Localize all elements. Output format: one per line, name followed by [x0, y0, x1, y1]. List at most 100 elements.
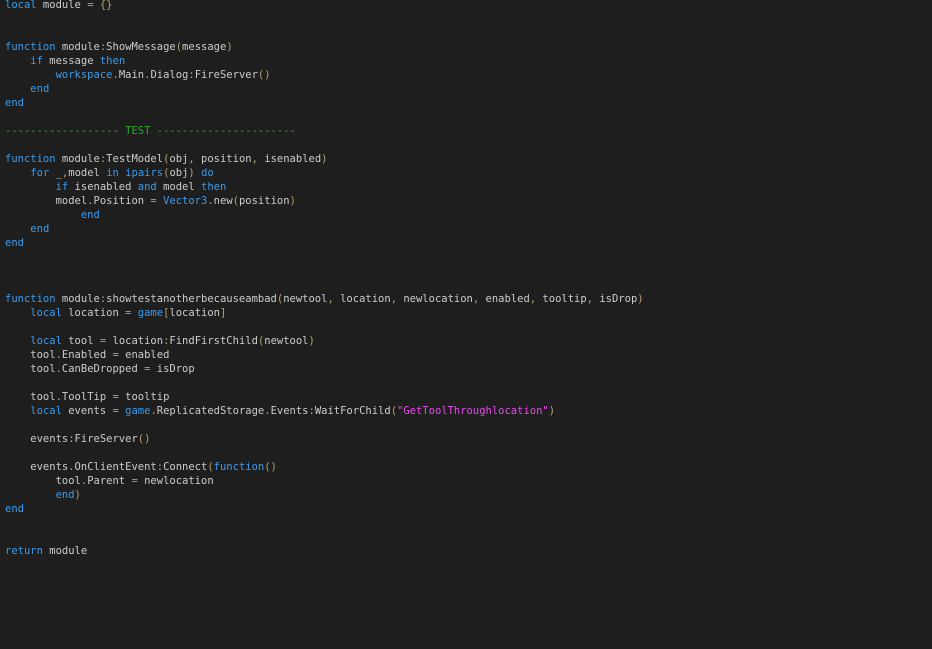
- code-token: Dialog: [150, 69, 189, 81]
- code-token: tool: [5, 349, 56, 361]
- code-token: location: [61, 307, 126, 319]
- code-token: newlocation: [137, 475, 214, 487]
- code-token: TestModel: [106, 153, 164, 165]
- code-token: (): [137, 433, 151, 445]
- code-line[interactable]: end: [5, 82, 644, 96]
- code-token: ): [74, 489, 81, 501]
- code-token: function: [213, 461, 265, 473]
- code-token: ShowMessage: [106, 41, 176, 53]
- code-token: end: [80, 209, 100, 221]
- code-area[interactable]: local module = {} function module:ShowMe…: [5, 0, 644, 558]
- code-line[interactable]: [5, 26, 644, 40]
- code-token: ): [308, 335, 315, 347]
- code-line[interactable]: workspace.Main.Dialog:FireServer(): [5, 68, 644, 82]
- code-token: ): [637, 293, 644, 305]
- code-line[interactable]: events:FireServer(): [5, 432, 644, 446]
- code-token: tool: [61, 335, 100, 347]
- code-token: isDrop: [150, 363, 195, 375]
- empty-line: [5, 517, 11, 529]
- code-line[interactable]: local module = {}: [5, 0, 644, 12]
- empty-line: [5, 279, 11, 291]
- code-line[interactable]: [5, 376, 644, 390]
- code-line[interactable]: local events = game.ReplicatedStorage.Ev…: [5, 404, 644, 418]
- code-line[interactable]: if isenabled and model then: [5, 180, 644, 194]
- code-line[interactable]: events.OnClientEvent:Connect(function(): [5, 460, 644, 474]
- code-line[interactable]: end: [5, 208, 644, 222]
- code-token: game: [125, 405, 151, 417]
- code-line[interactable]: end: [5, 502, 644, 516]
- code-line[interactable]: tool.Enabled = enabled: [5, 348, 644, 362]
- code-line[interactable]: tool.ToolTip = tooltip: [5, 390, 644, 404]
- code-token: enabled: [479, 293, 530, 305]
- code-line[interactable]: [5, 516, 644, 530]
- code-token: game: [137, 307, 164, 319]
- code-token: message: [182, 41, 227, 53]
- code-line[interactable]: function module:ShowMessage(message): [5, 40, 644, 54]
- code-token: OnClientEvent: [74, 461, 157, 473]
- code-token: ]: [219, 307, 227, 319]
- code-line[interactable]: tool.CanBeDropped = isDrop: [5, 362, 644, 376]
- code-line[interactable]: [5, 418, 644, 432]
- empty-line: [5, 419, 11, 431]
- code-line[interactable]: [5, 138, 644, 152]
- code-token: model: [68, 167, 107, 179]
- empty-line: [5, 139, 11, 151]
- code-token: if: [30, 55, 43, 67]
- code-token: events: [5, 461, 69, 473]
- code-token: "GetToolThroughlocation": [397, 405, 549, 417]
- code-token: (): [264, 461, 277, 473]
- empty-line: [5, 13, 11, 25]
- code-token: function: [5, 293, 56, 305]
- code-token: WaitForChild: [314, 405, 391, 417]
- code-token: tool: [5, 363, 56, 375]
- code-token: location: [333, 293, 391, 305]
- code-line[interactable]: [5, 264, 644, 278]
- code-token: obj: [169, 167, 189, 179]
- code-token: ): [321, 153, 328, 165]
- code-line[interactable]: if message then: [5, 54, 644, 68]
- code-line[interactable]: [5, 250, 644, 264]
- code-line[interactable]: local location = game[location]: [5, 306, 644, 320]
- code-line[interactable]: function module:TestModel(obj, position,…: [5, 152, 644, 166]
- code-line[interactable]: [5, 278, 644, 292]
- code-line[interactable]: ------------------ TEST ----------------…: [5, 124, 644, 138]
- code-line[interactable]: [5, 320, 644, 334]
- code-line[interactable]: end: [5, 236, 644, 250]
- code-line[interactable]: local tool = location:FindFirstChild(new…: [5, 334, 644, 348]
- code-token: local: [30, 405, 62, 417]
- code-line[interactable]: end: [5, 222, 644, 236]
- empty-line: [5, 321, 11, 333]
- code-editor[interactable]: local module = {} function module:ShowMe…: [0, 0, 932, 649]
- code-line[interactable]: model.Position = Vector3.new(position): [5, 194, 644, 208]
- code-line[interactable]: [5, 12, 644, 26]
- code-token: tool: [5, 475, 81, 487]
- code-token: return: [5, 545, 43, 557]
- code-token: module: [55, 293, 100, 305]
- code-token: Enabled: [61, 349, 113, 361]
- code-line[interactable]: end: [5, 96, 644, 110]
- empty-line: [5, 265, 11, 277]
- code-token: newtool: [264, 335, 309, 347]
- code-token: ReplicatedStorage: [156, 405, 265, 417]
- code-line[interactable]: end): [5, 488, 644, 502]
- code-token: tool: [5, 391, 56, 403]
- code-token: tooltip: [536, 293, 587, 305]
- code-line[interactable]: return module: [5, 544, 644, 558]
- code-token: model: [5, 195, 88, 207]
- code-token: enabled: [118, 349, 170, 361]
- code-token: model: [156, 181, 202, 193]
- code-token: end: [55, 489, 75, 501]
- code-line[interactable]: tool.Parent = newlocation: [5, 474, 644, 488]
- code-line[interactable]: for _,model in ipairs(obj) do: [5, 166, 644, 180]
- code-line[interactable]: [5, 110, 644, 124]
- code-token: isenabled: [257, 153, 322, 165]
- code-line[interactable]: function module:showtestanotherbecauseam…: [5, 292, 644, 306]
- code-line[interactable]: [5, 446, 644, 460]
- code-line[interactable]: [5, 530, 644, 544]
- code-token: isDrop: [593, 293, 638, 305]
